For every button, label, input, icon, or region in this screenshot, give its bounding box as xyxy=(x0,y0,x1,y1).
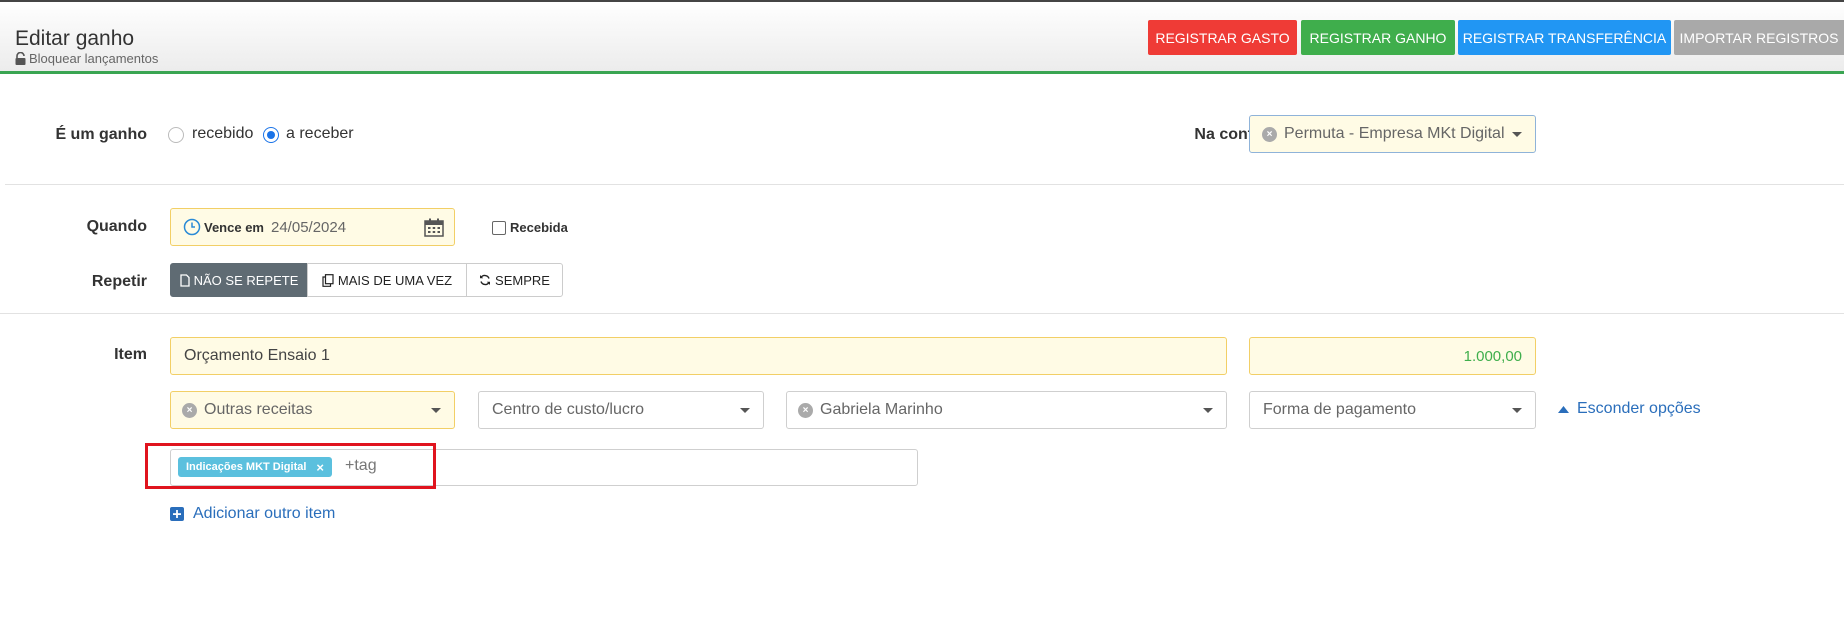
received-label: Recebida xyxy=(510,220,568,235)
add-item-label: Adicionar outro item xyxy=(193,505,336,522)
hide-options-link[interactable]: Esconder opções xyxy=(1558,400,1701,418)
chevron-up-icon xyxy=(1558,405,1569,413)
chevron-down-icon xyxy=(1512,132,1522,137)
add-item-link[interactable]: Adicionar outro item xyxy=(170,505,335,523)
chevron-down-icon xyxy=(1203,408,1213,413)
account-label: Na conta xyxy=(1194,126,1262,143)
register-income-button[interactable]: REGISTRAR GANHO xyxy=(1301,20,1455,55)
annotation-highlight-box xyxy=(145,443,436,489)
received-checkbox[interactable] xyxy=(492,221,506,235)
hide-options-label: Esconder opções xyxy=(1577,400,1701,417)
import-records-button[interactable]: IMPORTAR REGISTROS xyxy=(1674,20,1844,55)
category-select[interactable]: × Outras receitas xyxy=(170,391,455,429)
amount-input[interactable]: 1.000,00 xyxy=(1249,337,1536,375)
repeat-option-always-label: SEMPRE xyxy=(495,272,550,288)
calendar-icon[interactable] xyxy=(424,218,444,237)
chevron-down-icon xyxy=(431,408,441,413)
person-value: Gabriela Marinho xyxy=(820,401,943,418)
repeat-option-multiple[interactable]: MAIS DE UMA VEZ xyxy=(307,263,467,297)
register-transfer-button[interactable]: REGISTRAR TRANSFERÊNCIA xyxy=(1458,20,1671,55)
lock-label: Bloquear lançamentos xyxy=(29,51,159,66)
register-expense-button[interactable]: REGISTRAR GASTO xyxy=(1148,20,1297,55)
due-date-value: 24/05/2024 xyxy=(271,218,347,236)
top-border xyxy=(0,0,1844,2)
copy-icon xyxy=(322,273,334,287)
person-select[interactable]: × Gabriela Marinho xyxy=(786,391,1227,429)
divider xyxy=(5,184,1844,185)
divider xyxy=(0,313,1844,314)
cost-center-select[interactable]: Centro de custo/lucro xyxy=(478,391,764,429)
when-label: Quando xyxy=(86,218,147,235)
repeat-option-none[interactable]: NÃO SE REPETE xyxy=(170,263,308,297)
repeat-option-multiple-label: MAIS DE UMA VEZ xyxy=(337,272,453,288)
clear-icon[interactable]: × xyxy=(1262,126,1277,142)
page-title: Editar ganho xyxy=(15,27,135,50)
repeat-option-none-label: NÃO SE REPETE xyxy=(193,272,299,288)
due-date-field[interactable]: Vence em 24/05/2024 xyxy=(170,208,455,246)
refresh-icon xyxy=(480,274,491,286)
radio-a-receber-label: a receber xyxy=(286,125,354,142)
clear-icon[interactable]: × xyxy=(798,402,813,418)
lock-toggle[interactable]: Bloquear lançamentos xyxy=(15,51,158,66)
item-description-value: Orçamento Ensaio 1 xyxy=(184,347,330,364)
file-icon xyxy=(179,273,190,287)
category-value: Outras receitas xyxy=(204,401,313,418)
chevron-down-icon xyxy=(1512,408,1522,413)
radio-recebido-label: recebido xyxy=(192,125,254,142)
plus-square-icon xyxy=(170,507,184,521)
account-select[interactable]: × Permuta - Empresa MKt Digital xyxy=(1249,115,1536,153)
clear-icon[interactable]: × xyxy=(182,402,197,418)
clock-icon xyxy=(183,218,201,236)
chevron-down-icon xyxy=(740,408,750,413)
repeat-label: Repetir xyxy=(91,273,147,290)
amount-value: 1.000,00 xyxy=(1463,347,1522,365)
payment-method-placeholder: Forma de pagamento xyxy=(1263,401,1416,418)
item-label: Item xyxy=(114,346,147,363)
cost-center-placeholder: Centro de custo/lucro xyxy=(492,401,645,418)
repeat-option-always[interactable]: SEMPRE xyxy=(466,263,563,297)
radio-a-receber[interactable] xyxy=(263,127,279,143)
due-label: Vence em xyxy=(204,219,264,235)
payment-method-select[interactable]: Forma de pagamento xyxy=(1249,391,1536,429)
account-value: Permuta - Empresa MKt Digital xyxy=(1284,125,1505,142)
income-type-label: É um ganho xyxy=(55,126,147,143)
item-description-input[interactable]: Orçamento Ensaio 1 xyxy=(170,337,1227,375)
radio-recebido[interactable] xyxy=(168,127,184,143)
lock-icon xyxy=(15,52,26,65)
